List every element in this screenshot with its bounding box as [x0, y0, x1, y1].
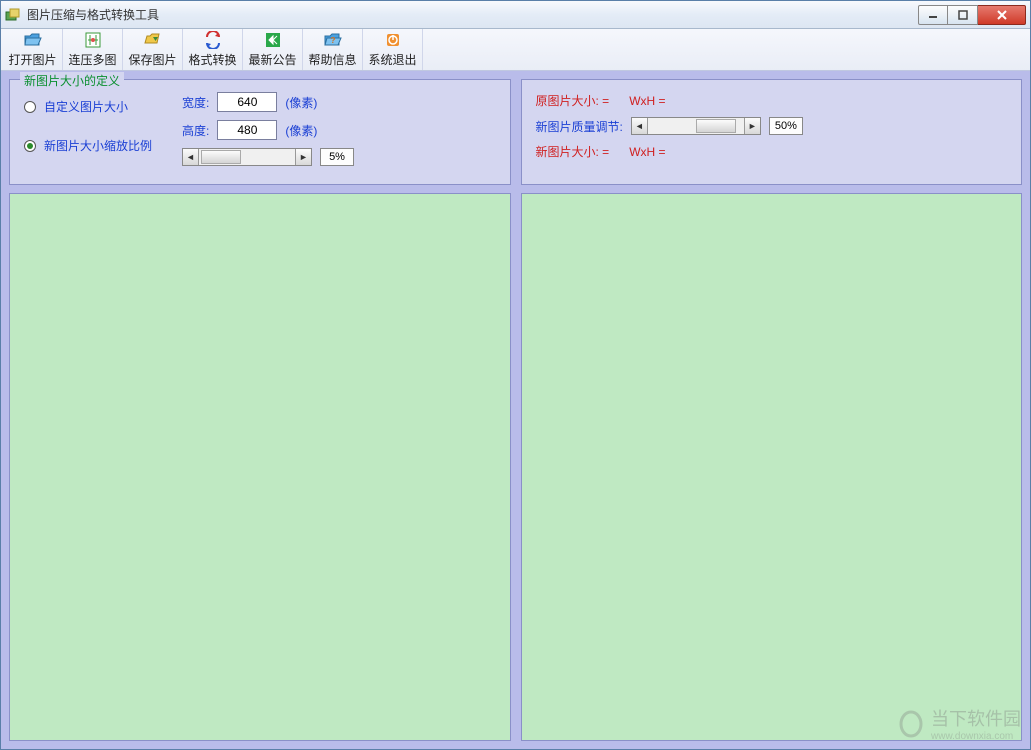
scale-ratio-radio[interactable] [24, 140, 36, 152]
help-button[interactable]: ? 帮助信息 [303, 29, 363, 70]
toolbar-label: 连压多图 [68, 51, 116, 68]
image-info-panel: 原图片大小: = WxH = 新图片质量调节: ◄ ► 50% 新图片 [521, 79, 1023, 185]
height-input[interactable] [217, 120, 277, 140]
help-folder-icon: ? [324, 31, 342, 49]
height-unit: (像素) [285, 122, 317, 139]
open-image-button[interactable]: 打开图片 [3, 29, 63, 70]
scale-track[interactable] [199, 149, 295, 165]
multi-compress-button[interactable]: 连压多图 [63, 29, 123, 70]
titlebar: 图片压缩与格式转换工具 [1, 1, 1030, 29]
toolbar-label: 帮助信息 [308, 51, 356, 68]
svg-text:?: ? [330, 36, 335, 45]
power-icon [384, 31, 402, 49]
width-unit: (像素) [285, 94, 317, 111]
quality-thumb[interactable] [696, 119, 736, 133]
announcement-button[interactable]: 最新公告 [243, 29, 303, 70]
toolbar-label: 保存图片 [128, 51, 176, 68]
content-area: 新图片大小的定义 自定义图片大小 新图片大小缩放比例 [1, 71, 1030, 749]
size-definition-panel: 新图片大小的定义 自定义图片大小 新图片大小缩放比例 [9, 79, 511, 185]
top-panels: 新图片大小的定义 自定义图片大小 新图片大小缩放比例 [9, 79, 1022, 185]
scale-slider[interactable]: ◄ ► [182, 148, 312, 166]
quality-slider[interactable]: ◄ ► [631, 117, 761, 135]
close-button[interactable] [978, 5, 1026, 25]
scale-value-box: 5% [320, 148, 354, 166]
height-label: 高度: [182, 122, 209, 139]
scale-thumb[interactable] [201, 150, 241, 164]
format-convert-button[interactable]: 格式转换 [183, 29, 243, 70]
toolbar-label: 最新公告 [248, 51, 296, 68]
window-title: 图片压缩与格式转换工具 [27, 6, 918, 23]
scale-ratio-label: 新图片大小缩放比例 [44, 137, 152, 154]
minimize-button[interactable] [918, 5, 948, 25]
custom-size-label: 自定义图片大小 [44, 98, 128, 115]
app-icon [5, 7, 21, 23]
app-window: 图片压缩与格式转换工具 打开图片 连压多图 [0, 0, 1031, 750]
multi-image-icon [84, 31, 102, 49]
preview-area [9, 193, 1022, 741]
original-size-value: WxH = [629, 94, 665, 108]
original-preview [9, 193, 511, 741]
panel-title: 新图片大小的定义 [20, 72, 124, 89]
quality-increase-button[interactable]: ► [744, 118, 760, 134]
maximize-button[interactable] [948, 5, 978, 25]
folder-open-icon [24, 31, 42, 49]
toolbar-label: 格式转换 [188, 51, 236, 68]
custom-size-radio[interactable] [24, 101, 36, 113]
new-size-value: WxH = [629, 145, 665, 159]
toolbar-label: 系统退出 [368, 51, 416, 68]
width-label: 宽度: [182, 94, 209, 111]
quality-decrease-button[interactable]: ◄ [632, 118, 648, 134]
save-image-button[interactable]: 保存图片 [123, 29, 183, 70]
scale-increase-button[interactable]: ► [295, 149, 311, 165]
width-input[interactable] [217, 92, 277, 112]
quality-value-box: 50% [769, 117, 803, 135]
quality-label: 新图片质量调节: [536, 118, 623, 135]
toolbar-label: 打开图片 [8, 51, 56, 68]
original-size-label: 原图片大小: = [536, 92, 610, 109]
toolbar: 打开图片 连压多图 保存图片 格式转换 最新公告 [1, 29, 1030, 71]
new-preview [521, 193, 1023, 741]
exit-button[interactable]: 系统退出 [363, 29, 423, 70]
quality-track[interactable] [648, 118, 744, 134]
scale-decrease-button[interactable]: ◄ [183, 149, 199, 165]
new-size-label: 新图片大小: = [536, 143, 610, 160]
convert-icon [204, 31, 222, 49]
save-icon [144, 31, 162, 49]
window-controls [918, 5, 1026, 25]
notice-icon [264, 31, 282, 49]
